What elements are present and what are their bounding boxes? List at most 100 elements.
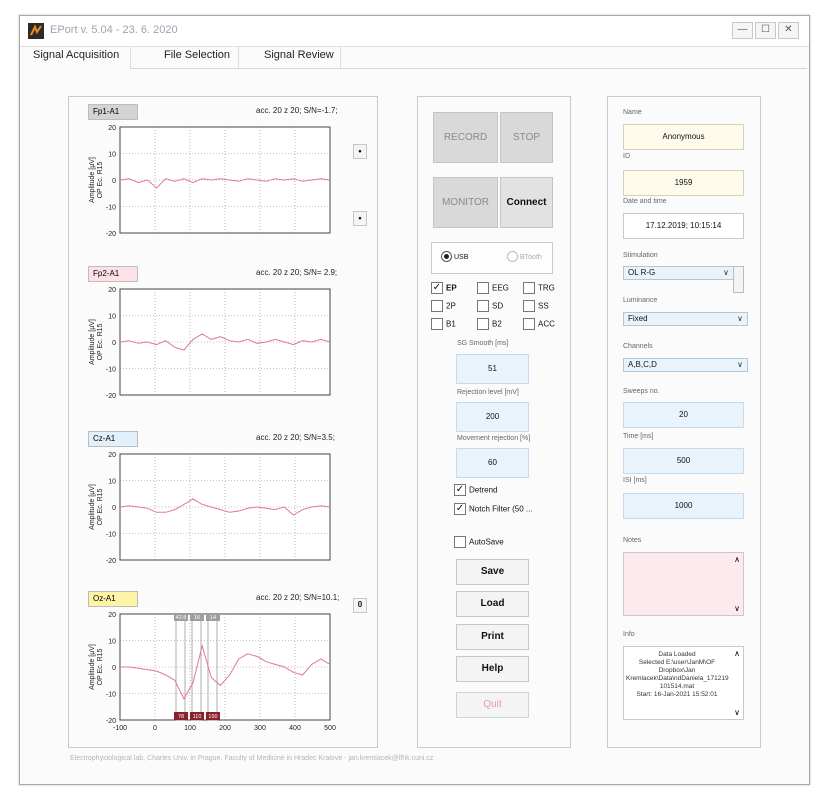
quit-button[interactable]: Quit	[456, 692, 529, 718]
detrend-checkbox[interactable]: ✓ Detrend	[454, 484, 497, 496]
checkbox-label: SS	[538, 301, 549, 311]
y-axis-label-2: OP Ec. R15	[97, 648, 104, 685]
y-tick-label: 10	[108, 479, 116, 486]
check-icon: ✓	[454, 503, 466, 515]
y-tick-label: -10	[106, 367, 116, 374]
checkbox-trg[interactable]: TRG	[523, 282, 555, 294]
checkbox-eeg[interactable]: EEG	[477, 282, 509, 294]
plot1-side-button[interactable]: •	[353, 144, 367, 159]
load-button[interactable]: Load	[456, 591, 529, 617]
footer-text: Electrophysiological lab, Charles Univ. …	[70, 755, 434, 762]
y-tick-label: 20	[108, 612, 116, 619]
info-line: Start: 16-Jan-2021 15:52:01	[636, 691, 718, 698]
autosave-label: AutoSave	[469, 537, 504, 547]
id-field[interactable]: 1959	[623, 170, 744, 196]
checkbox-label: TRG	[538, 283, 555, 293]
autosave-checkbox[interactable]: AutoSave	[454, 536, 504, 548]
plot4-side-button[interactable]: 0	[353, 598, 367, 613]
plot-info: acc. 20 z 20; S/N=10.1;	[256, 593, 340, 602]
stimulation-select[interactable]: OL R-G ∨	[623, 266, 734, 280]
y-tick-label: -10	[106, 205, 116, 212]
date-label: Date and time	[623, 198, 667, 205]
y-axis-label-2: OP Ec. R15	[97, 323, 104, 360]
smooth-input[interactable]: 51	[456, 354, 529, 384]
channels-select[interactable]: A,B,C,D ∨	[623, 358, 748, 372]
checkbox-label: 2P	[446, 301, 456, 311]
checkbox-b2[interactable]: B2	[477, 318, 502, 330]
checkbox-icon	[454, 536, 466, 548]
y-axis-label: Amplitude [µV]	[89, 644, 96, 690]
checkbox-sd[interactable]: SD	[477, 300, 503, 312]
y-axis-label-2: OP Ec. R15	[97, 161, 104, 198]
marker-top-value: 16	[194, 615, 200, 621]
checkbox-label: SD	[492, 301, 504, 311]
plot-info: acc. 20 z 20; S/N=3.5;	[256, 433, 335, 442]
isi-input[interactable]: 1000	[623, 493, 744, 519]
sweeps-input[interactable]: 20	[623, 402, 744, 428]
help-button[interactable]: Help	[456, 656, 529, 682]
marker-top-value: 14	[210, 615, 216, 621]
id-label: ID	[623, 153, 630, 160]
stop-button[interactable]: STOP	[500, 112, 553, 163]
print-button[interactable]: Print	[456, 624, 529, 650]
plot1-side-button-2[interactable]: •	[353, 211, 367, 226]
stimulation-side-control[interactable]	[733, 266, 744, 293]
y-tick-label: 0	[112, 665, 116, 672]
y-tick-label: 20	[108, 452, 116, 459]
monitor-button[interactable]: MONITOR	[433, 177, 498, 228]
checkbox-b1[interactable]: B1	[431, 318, 456, 330]
rejection-label: Rejection level [mV]	[457, 389, 519, 396]
y-tick-label: 20	[108, 125, 116, 132]
channels-value: A,B,C,D	[628, 360, 657, 369]
usb-radio[interactable]: USB	[441, 251, 469, 263]
notch-label: Notch Filter (50 ...	[469, 504, 533, 514]
y-axis-label-2: OP Ec. R15	[97, 488, 104, 525]
y-tick-label: -20	[106, 558, 116, 565]
movement-input[interactable]: 60	[456, 448, 529, 478]
record-button[interactable]: RECORD	[433, 112, 498, 163]
y-axis-label: Amplitude [µV]	[89, 157, 96, 203]
check-icon: ✓	[431, 282, 443, 294]
checkbox-icon	[477, 300, 489, 312]
checkbox-ep[interactable]: ✓ EP	[431, 282, 457, 294]
rejection-input[interactable]: 200	[456, 402, 529, 432]
isi-label: ISI [ms]	[623, 477, 647, 484]
plot-channel-label: Fp2-A1	[88, 266, 138, 282]
scroll-up-icon[interactable]: ∧	[734, 555, 740, 564]
scroll-down-icon[interactable]: ∨	[734, 604, 740, 613]
luminance-select[interactable]: Fixed ∨	[623, 312, 748, 326]
save-button[interactable]: Save	[456, 559, 529, 585]
y-tick-label: -20	[106, 718, 116, 725]
btooth-radio[interactable]: BTooth	[507, 251, 542, 263]
notch-checkbox[interactable]: ✓ Notch Filter (50 ...	[454, 503, 533, 515]
channels-label: Channels	[623, 343, 653, 350]
info-line: 101514.mat	[659, 683, 695, 690]
y-tick-label: 10	[108, 314, 116, 321]
scroll-down-icon[interactable]: ∨	[734, 708, 740, 717]
marker-bottom-value: 150	[208, 714, 217, 720]
luminance-label: Luminance	[623, 297, 658, 304]
plot-info: acc. 20 z 20; S/N=-1.7;	[256, 106, 338, 115]
checkbox-2p[interactable]: 2P	[431, 300, 456, 312]
info-line: Selected E:\user\JanM\OF	[638, 659, 716, 666]
usb-label: USB	[454, 254, 469, 261]
checkbox-icon	[431, 318, 443, 330]
time-input[interactable]: 500	[623, 448, 744, 474]
detrend-label: Detrend	[469, 485, 498, 495]
scroll-up-icon[interactable]: ∧	[734, 649, 740, 658]
date-field[interactable]: 17.12.2019; 10:15:14	[623, 213, 744, 239]
y-tick-label: 0	[112, 340, 116, 347]
checkbox-label: B1	[446, 319, 456, 329]
info-box[interactable]: Data Loaded Selected E:\user\JanM\OF Dropb…	[623, 646, 744, 720]
checkbox-ss[interactable]: SS	[523, 300, 549, 312]
signal-plot: 20 10 0 -10 -20 Amplitude [µV] OP Ec. R15	[89, 287, 331, 400]
checkbox-acc[interactable]: ACC	[523, 318, 555, 330]
y-tick-label: 20	[108, 287, 116, 294]
notes-textarea[interactable]: ∧ ∨	[623, 552, 744, 616]
x-tick-label: 300	[254, 725, 266, 732]
channel-checkboxes: ✓ EP EEG TRG 2P SD SS B1 B2 ACC	[431, 282, 561, 342]
connect-button[interactable]: Connect	[500, 177, 553, 228]
y-tick-label: -20	[106, 231, 116, 238]
x-tick-label: 500	[324, 725, 336, 732]
name-field[interactable]: Anonymous	[623, 124, 744, 150]
